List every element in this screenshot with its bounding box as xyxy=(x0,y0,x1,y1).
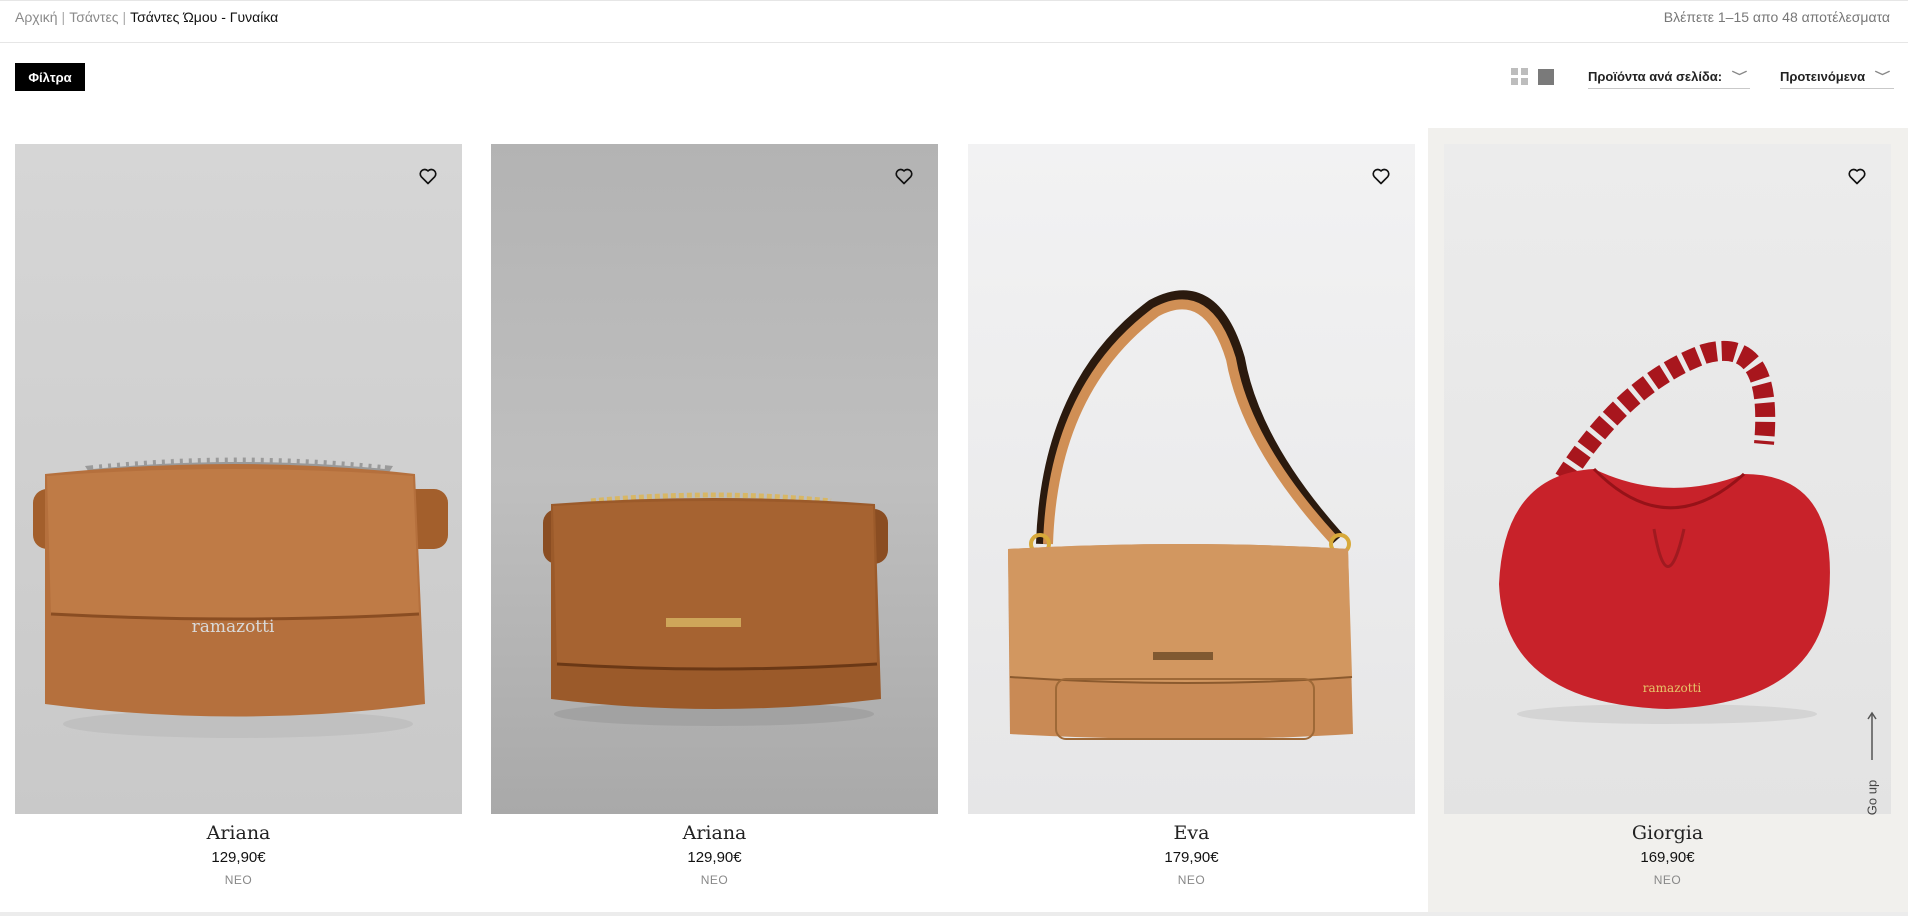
product-card[interactable]: Ariana 129,90€ ΝΕΟ xyxy=(491,144,938,887)
sort-select[interactable]: Προτεινόμενα ﹀ xyxy=(1780,64,1894,89)
bottom-divider xyxy=(0,912,1908,916)
product-price: 129,90€ xyxy=(687,849,742,866)
chevron-down-icon: ﹀ xyxy=(1731,71,1748,83)
heart-icon[interactable] xyxy=(1371,166,1391,186)
product-image[interactable]: ramazotti xyxy=(1444,144,1891,814)
list-view-icon[interactable] xyxy=(1538,68,1554,85)
product-card[interactable]: Eva 179,90€ ΝΕΟ xyxy=(968,144,1415,887)
breadcrumb-home[interactable]: Αρχική xyxy=(15,9,58,25)
heart-icon[interactable] xyxy=(418,166,438,186)
product-name[interactable]: Eva xyxy=(968,822,1415,844)
breadcrumb: Αρχική | Τσάντες | Τσάντες Ώμου - Γυναίκ… xyxy=(15,9,278,25)
product-image[interactable] xyxy=(968,144,1415,814)
go-up-label: Go up xyxy=(1864,779,1880,816)
product-logo: ramazotti xyxy=(1643,681,1702,695)
grid-view-icon[interactable] xyxy=(1511,68,1528,85)
product-image[interactable] xyxy=(491,144,938,814)
product-price: 179,90€ xyxy=(1164,849,1219,866)
view-toggle xyxy=(1511,68,1554,85)
new-badge: ΝΕΟ xyxy=(224,873,253,887)
sort-label: Προτεινόμενα xyxy=(1780,68,1866,84)
breadcrumb-separator: | xyxy=(122,9,127,25)
heart-icon[interactable] xyxy=(1847,166,1867,186)
product-name[interactable]: Ariana xyxy=(15,822,462,844)
product-name[interactable]: Giorgia xyxy=(1444,822,1891,844)
per-page-select[interactable]: Προϊόντα ανά σελίδα: ﹀ xyxy=(1588,64,1750,89)
results-count: Βλέπετε 1–15 απο 48 αποτέλεσματα xyxy=(1663,9,1890,25)
filters-button[interactable]: Φίλτρα xyxy=(15,63,85,91)
product-logo: ramazotti xyxy=(192,617,275,637)
product-name[interactable]: Ariana xyxy=(491,822,938,844)
new-badge: ΝΕΟ xyxy=(1653,873,1682,887)
breadcrumb-category[interactable]: Τσάντες xyxy=(69,9,118,25)
new-badge: ΝΕΟ xyxy=(1177,873,1206,887)
go-up-button[interactable]: Go up xyxy=(1860,710,1884,830)
product-price: 169,90€ xyxy=(1640,849,1695,866)
breadcrumb-current: Τσάντες Ώμου - Γυναίκα xyxy=(130,9,279,25)
product-card[interactable]: ramazotti Ariana 129,90€ ΝΕΟ xyxy=(15,144,462,887)
product-image[interactable]: ramazotti xyxy=(15,144,462,814)
breadcrumb-separator: | xyxy=(61,9,66,25)
per-page-label: Προϊόντα ανά σελίδα: xyxy=(1588,68,1723,84)
top-bar: Αρχική | Τσάντες | Τσάντες Ώμου - Γυναίκ… xyxy=(0,0,1908,43)
new-badge: ΝΕΟ xyxy=(700,873,729,887)
arrow-up-icon xyxy=(1867,711,1877,760)
product-card[interactable]: ramazotti Giorgia 169,90€ ΝΕΟ xyxy=(1444,144,1891,887)
heart-icon[interactable] xyxy=(894,166,914,186)
product-price: 129,90€ xyxy=(211,849,266,866)
chevron-down-icon: ﹀ xyxy=(1874,71,1891,83)
